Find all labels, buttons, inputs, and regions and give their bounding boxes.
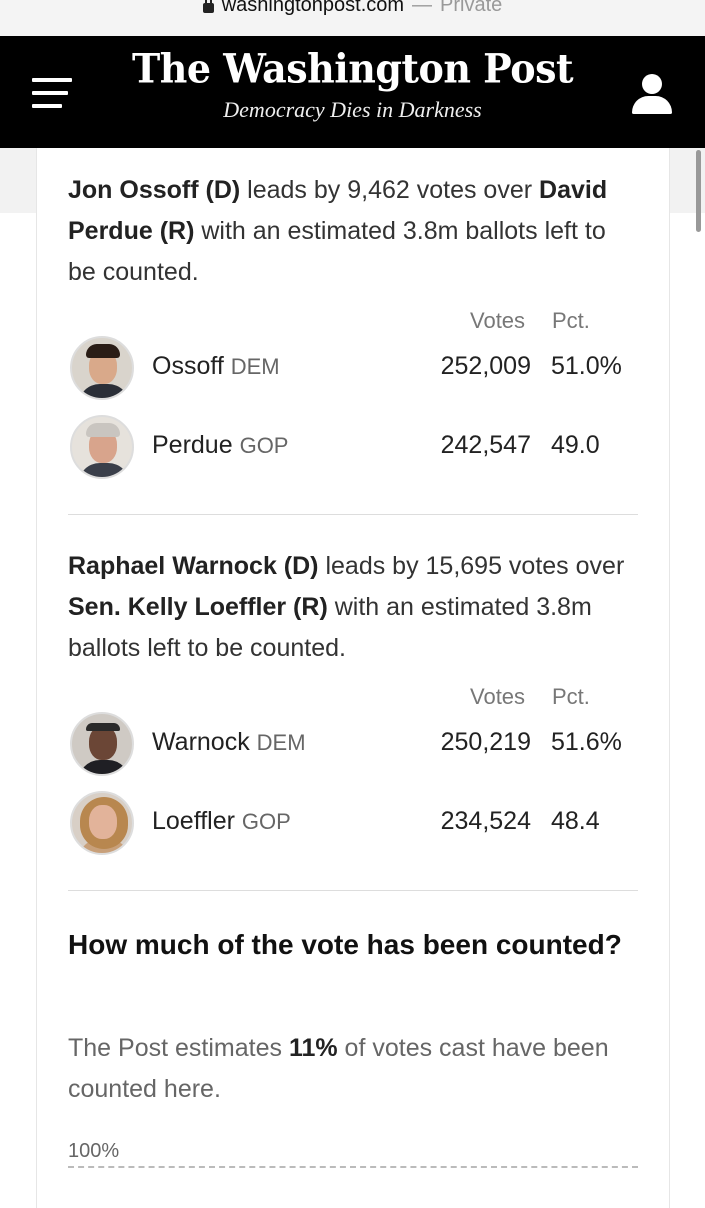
site-tagline: Democracy Dies in Darkness [223, 97, 482, 122]
candidate-name: Perdue GOP [152, 431, 289, 459]
race-summary: Jon Ossoff (D) leads by 9,462 votes over… [68, 176, 608, 286]
trailer-name: Sen. Kelly Loeffler (R) [68, 593, 328, 621]
race-summary-ossoff-perdue: Jon Ossoff (D) leads by 9,462 votes over… [68, 170, 638, 293]
candidate-name: Loeffler GOP [152, 807, 291, 835]
divider [68, 890, 638, 891]
vote-percent: 48.4 [551, 807, 600, 835]
party-label: DEM [256, 730, 306, 755]
url-text[interactable]: washingtonpost.com [222, 0, 404, 17]
candidate-row-ossoff[interactable]: Ossoff DEM 252,009 51.0% [68, 336, 638, 406]
candidate-photo-ossoff [70, 336, 134, 400]
url-separator: — [412, 0, 433, 16]
candidate-name: Warnock DEM [152, 728, 306, 756]
vote-percent: 51.6% [551, 728, 622, 756]
race-summary-warnock-loeffler: Raphael Warnock (D) leads by 15,695 vote… [68, 546, 638, 669]
candidate-photo-warnock [70, 712, 134, 776]
vote-count: 234,524 [440, 807, 531, 835]
pct-column-header: Pct. [552, 684, 590, 709]
candidate-row-loeffler[interactable]: Loeffler GOP 234,524 48.4 [68, 791, 638, 861]
vote-count: 252,009 [440, 352, 531, 380]
section-heading: How much of the vote has been counted? [68, 929, 622, 960]
candidate-row-warnock[interactable]: Warnock DEM 250,219 51.6% [68, 712, 638, 782]
pct-column-header: Pct. [552, 308, 590, 333]
counted-description: The Post estimates 11% of votes cast hav… [68, 1034, 609, 1103]
masthead[interactable]: The Washington Post Democracy Dies in Da… [0, 45, 705, 123]
site-header: The Washington Post Democracy Dies in Da… [0, 36, 705, 148]
account-icon[interactable] [630, 72, 674, 116]
browser-url-bar[interactable]: washingtonpost.com — Private [0, 0, 705, 36]
progress-100-line [68, 1166, 638, 1168]
party-label: GOP [239, 433, 289, 458]
votes-column-header: Votes [470, 684, 526, 709]
leader-name: Jon Ossoff (D) [68, 176, 241, 204]
candidate-photo-loeffler [70, 791, 134, 855]
candidate-name: Ossoff DEM [152, 352, 280, 380]
progress-axis-label: 100% [68, 1140, 120, 1162]
counted-percent: 11% [288, 1034, 338, 1062]
scrollbar[interactable] [696, 150, 701, 232]
lock-icon [202, 0, 214, 13]
vote-count: 250,219 [440, 728, 531, 756]
candidate-row-perdue[interactable]: Perdue GOP 242,547 49.0 [68, 415, 638, 485]
party-label: DEM [230, 354, 280, 379]
divider [68, 514, 638, 515]
candidate-photo-perdue [70, 415, 134, 479]
results-card: Jon Ossoff (D) leads by 9,462 votes over… [36, 148, 670, 1208]
vote-percent: 51.0% [551, 352, 622, 380]
vote-percent: 49.0 [551, 431, 600, 459]
party-label: GOP [241, 809, 291, 834]
private-mode-label: Private [440, 0, 503, 16]
race-summary: Raphael Warnock (D) leads by 15,695 vote… [68, 552, 625, 662]
site-logo[interactable]: The Washington Post [0, 45, 705, 92]
votes-column-header: Votes [470, 308, 526, 333]
vote-count: 242,547 [440, 431, 531, 459]
leader-name: Raphael Warnock (D) [68, 552, 319, 580]
